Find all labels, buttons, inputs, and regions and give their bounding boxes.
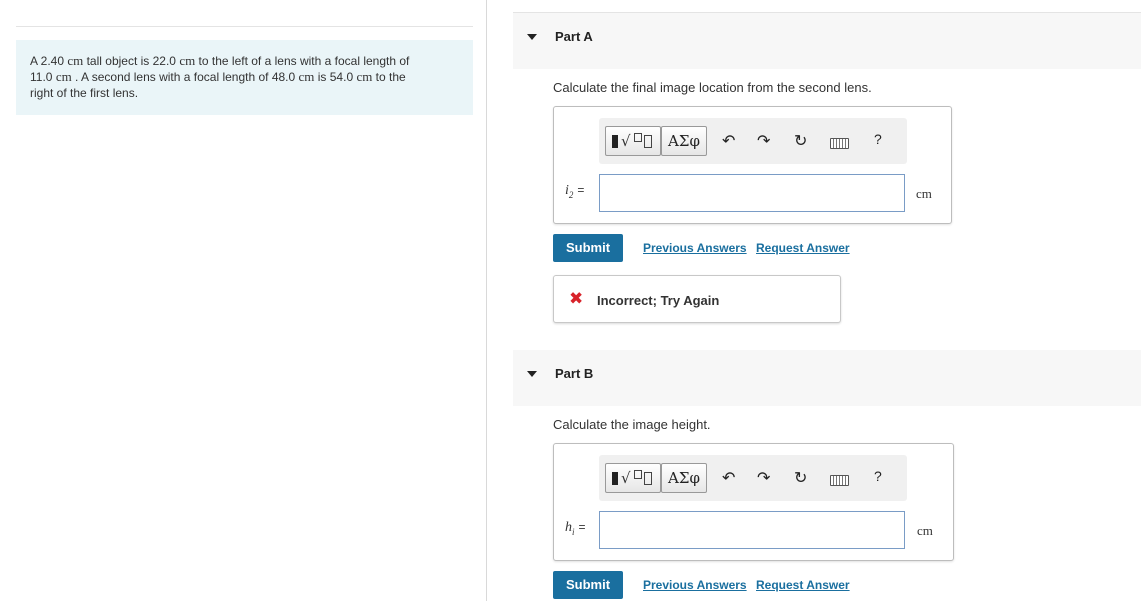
part-a-unit: cm <box>916 186 932 201</box>
part-a-submit-button[interactable]: Submit <box>553 234 623 262</box>
feedback-message: Incorrect; Try Again <box>597 293 720 308</box>
reset-icon[interactable]: ↻ <box>794 131 807 151</box>
templates-button[interactable]: √ <box>605 126 661 156</box>
math-toolbar: √ ΑΣφ ↶ ↷ ↻ ? <box>599 118 907 164</box>
part-a-answer-box: √ ΑΣφ ↶ ↷ ↻ ? i2 = cm <box>553 106 952 224</box>
greek-symbols-button[interactable]: ΑΣφ <box>661 463 707 493</box>
part-a-request-answer-link[interactable]: Request Answer <box>756 241 850 255</box>
templates-button[interactable]: √ <box>605 463 661 493</box>
left-panel-top-rule <box>16 26 473 27</box>
part-a-question: Calculate the final image location from … <box>553 80 872 95</box>
problem-statement: A 2.40 cm tall object is 22.0 cm to the … <box>16 40 473 115</box>
undo-icon[interactable]: ↶ <box>722 468 735 488</box>
incorrect-x-icon: ✖ <box>569 289 584 308</box>
part-b-answer-box: √ ΑΣφ ↶ ↷ ↻ ? hi = cm <box>553 443 954 561</box>
panel-divider <box>486 0 487 601</box>
keyboard-icon[interactable] <box>830 475 849 486</box>
greek-symbols-button[interactable]: ΑΣφ <box>661 126 707 156</box>
part-b-title: Part B <box>555 366 594 381</box>
part-b-unit: cm <box>917 523 933 538</box>
templates-icon <box>612 472 618 485</box>
part-b-submit-button[interactable]: Submit <box>553 571 623 599</box>
redo-icon[interactable]: ↷ <box>757 468 770 488</box>
part-b-request-answer-link[interactable]: Request Answer <box>756 578 850 592</box>
part-b-variable-label: hi = <box>565 520 586 537</box>
math-toolbar: √ ΑΣφ ↶ ↷ ↻ ? <box>599 455 907 501</box>
part-a-header[interactable]: Part A <box>513 13 1141 69</box>
undo-icon[interactable]: ↶ <box>722 131 735 151</box>
part-b-previous-answers-link[interactable]: Previous Answers <box>643 578 747 592</box>
keyboard-icon[interactable] <box>830 138 849 149</box>
part-a-feedback: ✖ Incorrect; Try Again <box>553 275 841 323</box>
help-icon[interactable]: ? <box>874 131 882 147</box>
part-b-header[interactable]: Part B <box>513 350 1141 406</box>
reset-icon[interactable]: ↻ <box>794 468 807 488</box>
templates-icon <box>612 135 618 148</box>
collapse-triangle-icon[interactable] <box>527 34 537 40</box>
part-a-answer-input[interactable] <box>599 174 905 212</box>
part-a-variable-label: i2 = <box>565 183 585 200</box>
part-a-previous-answers-link[interactable]: Previous Answers <box>643 241 747 255</box>
problem-line-3: right of the first lens. <box>30 86 139 100</box>
redo-icon[interactable]: ↷ <box>757 131 770 151</box>
part-a-title: Part A <box>555 29 593 44</box>
collapse-triangle-icon[interactable] <box>527 371 537 377</box>
problem-line-1: A 2.40 cm tall object is 22.0 cm to the … <box>30 53 410 68</box>
help-icon[interactable]: ? <box>874 468 882 484</box>
problem-line-2: 11.0 cm . A second lens with a focal len… <box>30 69 406 84</box>
part-b-question: Calculate the image height. <box>553 417 711 432</box>
part-b-answer-input[interactable] <box>599 511 905 549</box>
